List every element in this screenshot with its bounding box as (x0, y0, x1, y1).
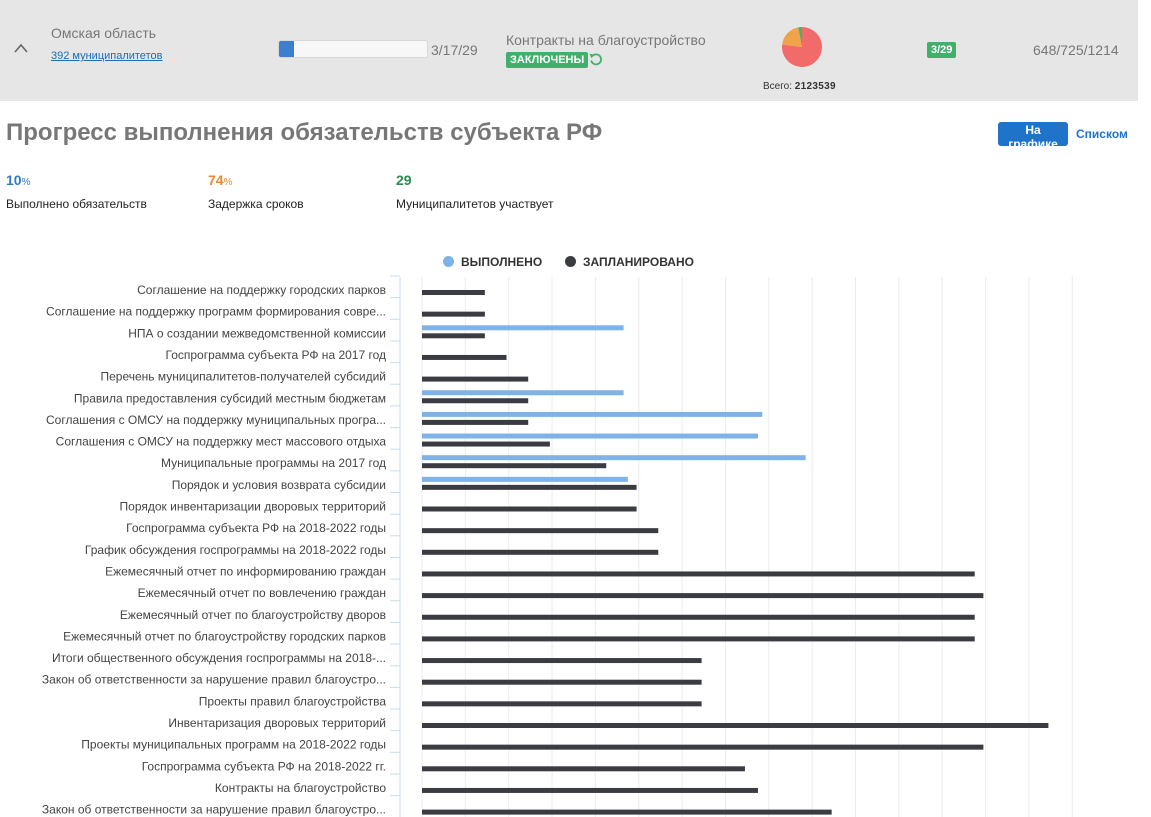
bar-planned[interactable] (422, 376, 529, 382)
bar-planned[interactable] (422, 787, 758, 793)
stat-delay-label: Задержка сроков (208, 197, 304, 211)
bar-planned[interactable] (422, 571, 975, 577)
obligations-bar-chart: Соглашение на поддержку городских парков… (42, 275, 1073, 817)
stat-suffix: % (21, 177, 31, 188)
stat-municipalities-value: 29 (396, 172, 412, 188)
category-label: Проекты правил благоустройства (199, 694, 387, 708)
category-label: НПА о создании межведомственной комиссии (128, 326, 386, 340)
category-label: Закон об ответственности за нарушение пр… (42, 803, 386, 817)
bar-planned[interactable] (422, 311, 485, 317)
bar-planned[interactable] (422, 398, 529, 404)
category-label: Закон об ответственности за нарушение пр… (42, 673, 386, 687)
bar-planned[interactable] (422, 614, 975, 620)
bar-done[interactable] (422, 390, 624, 396)
category-label: Ежемесячный отчет по информированию граж… (105, 564, 386, 578)
refresh-icon[interactable] (588, 51, 604, 67)
bar-done[interactable] (422, 411, 763, 417)
bar-done[interactable] (422, 433, 758, 439)
stat-completed-value: 10% (6, 172, 30, 188)
bar-planned[interactable] (422, 723, 1049, 728)
bar-planned[interactable] (422, 354, 507, 360)
stat-value: 10 (6, 172, 22, 188)
category-label: Ежемесячный отчет по благоустройству дво… (120, 608, 386, 622)
view-graph-button[interactable]: На графике (998, 122, 1068, 151)
category-label: Ежемесячный отчет по вовлечению граждан (138, 586, 386, 600)
stat-delay-value: 74% (208, 172, 232, 188)
objects-ratio: 648/725/1214 (1033, 42, 1119, 58)
municipalities-count-badge: 3/29 (927, 42, 957, 58)
category-label: Ежемесячный отчет по благоустройству гор… (63, 629, 386, 643)
bar-planned[interactable] (422, 809, 832, 815)
category-label: Госпрограмма субъекта РФ на 2018-2022 го… (126, 521, 386, 535)
contracts-pie-chart (782, 26, 823, 67)
category-label: Проекты муниципальных программ на 2018-2… (81, 738, 386, 752)
contracts-label: Контракты на благоустройство (506, 32, 706, 48)
region-progress-bar (278, 40, 428, 58)
legend-item-done[interactable]: ВЫПОЛНЕНО (443, 255, 542, 269)
total-amount: Всего: 2123539 (763, 81, 836, 92)
legend-item-planned[interactable]: ЗАПЛАНИРОВАНО (565, 255, 694, 269)
bar-planned[interactable] (422, 333, 485, 339)
total-label: Всего: (763, 81, 792, 92)
bar-planned[interactable] (422, 463, 607, 469)
legend-label-planned: ЗАПЛАНИРОВАНО (583, 255, 694, 269)
page-title: Прогресс выполнения обязательств субъект… (6, 119, 603, 146)
category-label: Соглашения с ОМСУ на поддержку мест масс… (56, 435, 387, 449)
total-value: 2123539 (794, 81, 836, 92)
category-label: Соглашение на поддержку городских парков (137, 283, 386, 297)
category-label: Перечень муниципалитетов-получателей суб… (100, 370, 386, 384)
bar-planned[interactable] (422, 744, 984, 750)
bar-planned[interactable] (422, 484, 637, 490)
region-header: Омская область 392 муниципалитетов 3/17/… (0, 0, 1138, 101)
region-progress-fill (279, 41, 295, 57)
bar-planned[interactable] (422, 766, 745, 772)
category-label: Госпрограмма субъекта РФ на 2017 год (166, 348, 387, 362)
category-label: Соглашения с ОМСУ на поддержку муниципал… (46, 413, 386, 427)
bar-planned[interactable] (422, 593, 984, 599)
bar-planned[interactable] (422, 290, 485, 295)
bar-planned[interactable] (422, 549, 659, 555)
bar-planned[interactable] (422, 658, 702, 664)
municipalities-link[interactable]: 392 муниципалитетов (51, 50, 162, 62)
stat-completed-label: Выполнено обязательств (6, 197, 147, 211)
category-label: Муниципальные программы на 2017 год (161, 456, 386, 470)
chevron-up-icon[interactable] (13, 42, 29, 54)
legend-dot-done (443, 256, 454, 267)
category-label: Соглашение на поддержку программ формиро… (46, 305, 386, 319)
stat-value: 29 (396, 172, 412, 188)
stat-value: 74 (208, 172, 224, 188)
category-label: Контракты на благоустройство (215, 781, 386, 795)
view-list-link[interactable]: Списком (1076, 127, 1128, 141)
category-label: Порядок и условия возврата субсидии (172, 478, 386, 492)
legend-dot-planned (565, 256, 576, 267)
bar-planned[interactable] (422, 679, 702, 685)
contracts-status-badge: ЗАКЛЮЧЕНЫ (506, 52, 589, 68)
bar-planned[interactable] (422, 701, 702, 707)
bar-planned[interactable] (422, 528, 659, 534)
region-name: Омская область (51, 25, 157, 41)
bar-planned[interactable] (422, 419, 529, 425)
stat-municipalities-label: Муниципалитетов участвует (396, 197, 554, 211)
bar-done[interactable] (422, 325, 624, 331)
region-progress-text: 3/17/29 (431, 42, 478, 58)
category-label: Госпрограмма субъекта РФ на 2018-2022 гг… (142, 759, 386, 773)
category-label: Итоги общественного обсуждения госпрогра… (52, 651, 386, 665)
bar-done[interactable] (422, 455, 806, 461)
category-label: Инвентаризация дворовых территорий (168, 716, 386, 730)
bar-done[interactable] (422, 476, 628, 482)
category-label: Порядок инвентаризации дворовых территор… (120, 500, 386, 514)
category-label: График обсуждения госпрограммы на 2018-2… (85, 543, 386, 557)
bar-planned[interactable] (422, 441, 550, 447)
category-label: Правила предоставления субсидий местным … (74, 391, 386, 405)
bar-planned[interactable] (422, 506, 637, 512)
bar-planned[interactable] (422, 636, 975, 642)
legend-label-done: ВЫПОЛНЕНО (461, 255, 543, 269)
stat-suffix: % (223, 177, 233, 188)
